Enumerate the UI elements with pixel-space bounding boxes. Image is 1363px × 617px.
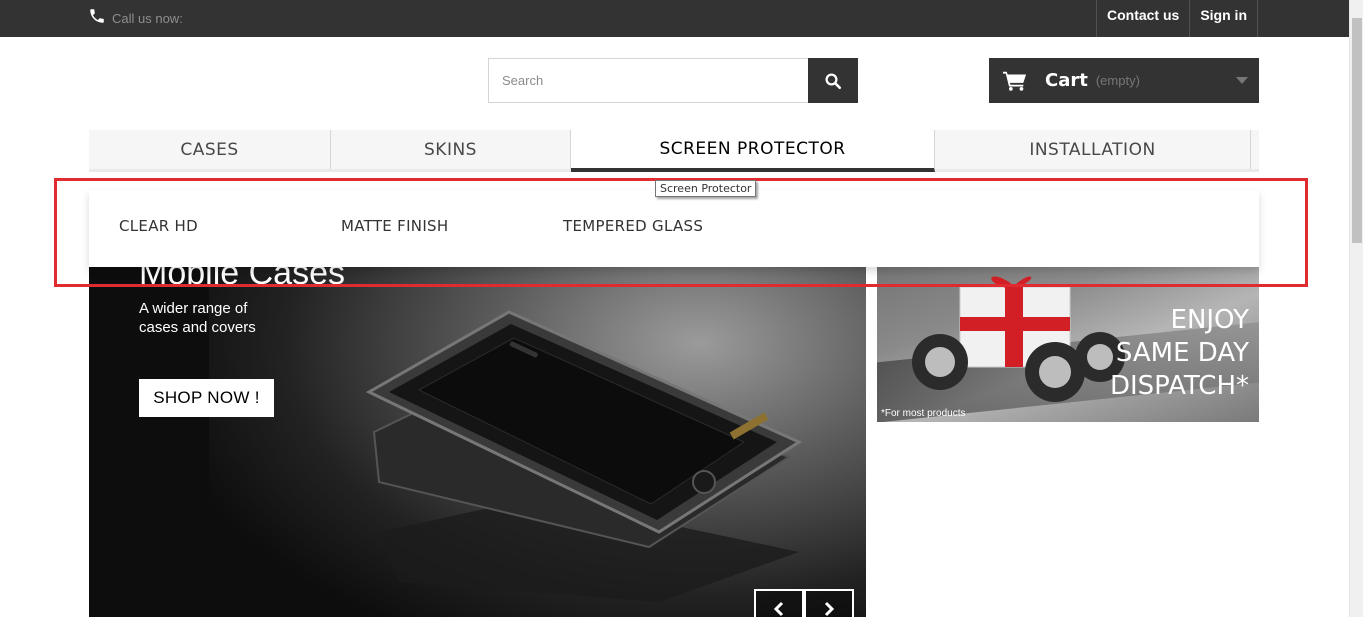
top-links: Contact us Sign in [1095, 0, 1258, 37]
promo-line-1: ENJOY [1170, 305, 1249, 335]
sign-in-link[interactable]: Sign in [1189, 0, 1258, 37]
gift-car-image [912, 276, 1125, 402]
cart-status: (empty) [1095, 73, 1140, 88]
tab-cases[interactable]: CASES [89, 130, 331, 169]
chevron-left-icon [773, 601, 784, 617]
shop-now-button[interactable]: SHOP NOW ! [139, 379, 274, 417]
promo-headline: ENJOY SAME DAY DISPATCH* [1110, 304, 1249, 403]
promo-note: *For most products [881, 408, 966, 419]
phone-icon [90, 8, 104, 23]
cart-button[interactable]: Cart (empty) [989, 58, 1259, 103]
menu-tooltip: Screen Protector [655, 180, 757, 197]
submenu-item-tempered-glass[interactable]: TEMPERED GLASS [563, 217, 703, 235]
page: Call us now: Contact us Sign in Cart (em… [0, 0, 1363, 617]
homepage-slider: Mobile Cases A wider range of cases and … [89, 242, 866, 617]
cart-label: Cart [1045, 70, 1088, 91]
main-menu: CASES SKINS SCREEN PROTECTOR INSTALLATIO… [89, 130, 1259, 172]
submenu-item-matte-finish[interactable]: MATTE FINISH [341, 217, 448, 235]
screen-protector-submenu: CLEAR HD MATTE FINISH TEMPERED GLASS [89, 190, 1259, 267]
promo-line-2: SAME DAY [1115, 338, 1249, 368]
vertical-scrollbar[interactable] [1349, 0, 1363, 617]
submenu-item-clear-hd[interactable]: CLEAR HD [119, 217, 198, 235]
tab-screen-protector[interactable]: SCREEN PROTECTOR [571, 130, 935, 172]
search-bar [488, 58, 858, 103]
chevron-right-icon [824, 601, 835, 617]
slide-subtitle: A wider range of cases and covers [139, 300, 256, 336]
slider-prev-button[interactable] [754, 589, 804, 617]
call-us: Call us now: [88, 5, 183, 26]
tab-skins[interactable]: SKINS [331, 130, 571, 169]
promo-banner[interactable]: ENJOY SAME DAY DISPATCH* *For most produ… [877, 242, 1259, 422]
shopping-cart-icon [1003, 71, 1027, 91]
slider-controls [754, 589, 854, 617]
promo-line-3: DISPATCH* [1109, 371, 1249, 401]
scrollbar-thumb[interactable] [1352, 18, 1362, 243]
chevron-down-icon [1236, 77, 1248, 84]
phone-case-image [365, 310, 803, 602]
search-button[interactable] [808, 58, 858, 103]
top-bar: Call us now: Contact us Sign in [0, 0, 1349, 37]
search-icon [825, 73, 842, 89]
search-input[interactable] [488, 58, 808, 103]
tab-installation[interactable]: INSTALLATION [935, 130, 1251, 169]
slider-next-button[interactable] [804, 589, 854, 617]
contact-us-link[interactable]: Contact us [1095, 0, 1189, 37]
call-us-label: Call us now: [112, 11, 183, 26]
